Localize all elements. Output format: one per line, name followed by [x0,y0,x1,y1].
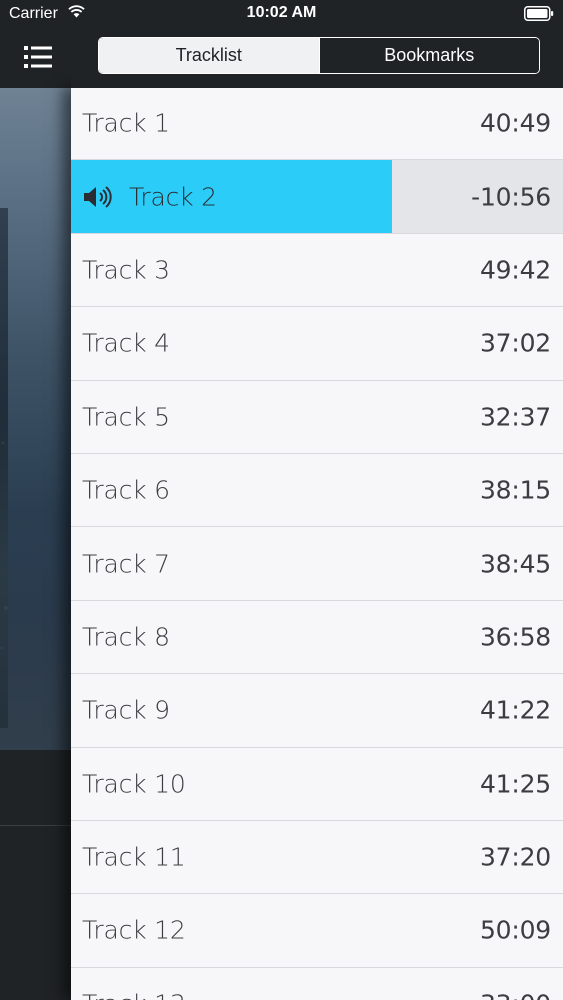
album-artwork [0,88,80,750]
track-title: Track 3 [82,255,170,285]
track-duration: 49:42 [479,255,551,285]
track-duration: 32:37 [479,402,551,432]
clock: 10:02 AM [246,4,317,21]
track-duration: 33:00 [480,989,551,1000]
list-menu-icon [24,46,52,68]
track-row[interactable]: Track 9 41:22 [71,674,563,748]
track-row[interactable]: Track 6 38:15 [71,453,563,528]
track-row[interactable]: Track 5 32:37 [71,380,563,454]
track-row[interactable]: Track 4 37:02 [71,307,563,381]
track-duration: 36:58 [479,622,551,652]
track-title: Track 2 [129,182,217,212]
track-duration: 41:25 [479,769,551,799]
track-title: Track 12 [82,915,186,945]
track-duration: 37:20 [479,842,551,872]
track-progress-fill [71,160,392,233]
status-bar: Carrier 10:02 AM [0,0,563,30]
track-row[interactable]: Track 13 33:00 [71,967,563,1000]
track-row-playing[interactable]: Track 2 -10:56 [71,160,563,234]
track-duration: 50:09 [479,915,551,945]
tab-bookmarks[interactable]: Bookmarks [318,38,539,73]
track-duration: 40:49 [479,108,551,138]
track-title: Track 6 [82,475,170,505]
track-duration: 37:02 [479,328,551,358]
track-title: Track 5 [82,402,170,432]
side-divider [0,825,80,826]
artwork-shadow [0,208,8,728]
track-duration: 41:22 [479,695,551,725]
track-row[interactable]: Track 8 36:58 [71,600,563,675]
track-row[interactable]: Track 3 49:42 [71,233,563,308]
track-title: Track 9 [82,695,170,725]
track-row[interactable]: Track 10 41:25 [71,747,563,821]
battery-icon [524,6,554,21]
track-title: Track 1 [82,108,170,138]
track-title: Track 8 [82,622,170,652]
track-title: Track 10 [82,769,186,799]
menu-button[interactable] [18,42,58,74]
speaker-icon [84,185,112,208]
nav-bar: Tracklist Bookmarks [71,30,563,88]
track-title: Track 11 [82,842,186,872]
tab-tracklist[interactable]: Tracklist [99,38,319,73]
track-row[interactable]: Track 12 50:09 [71,894,563,968]
track-row[interactable]: Track 7 38:45 [71,527,563,601]
track-duration: -10:56 [471,182,551,212]
segmented-control: Tracklist Bookmarks [98,37,540,74]
track-duration: 38:45 [479,549,551,579]
tracklist: Track 1 40:49 Track 2 -10:56 Track 3 49:42 Tra… [71,87,563,1000]
track-title: Track 7 [82,549,170,579]
track-duration: 38:15 [479,475,551,505]
track-row[interactable]: Track 11 37:20 [71,820,563,895]
track-row[interactable]: Track 1 40:49 [71,87,563,161]
track-title: Track 13 [82,989,186,1000]
track-title: Track 4 [82,328,170,358]
